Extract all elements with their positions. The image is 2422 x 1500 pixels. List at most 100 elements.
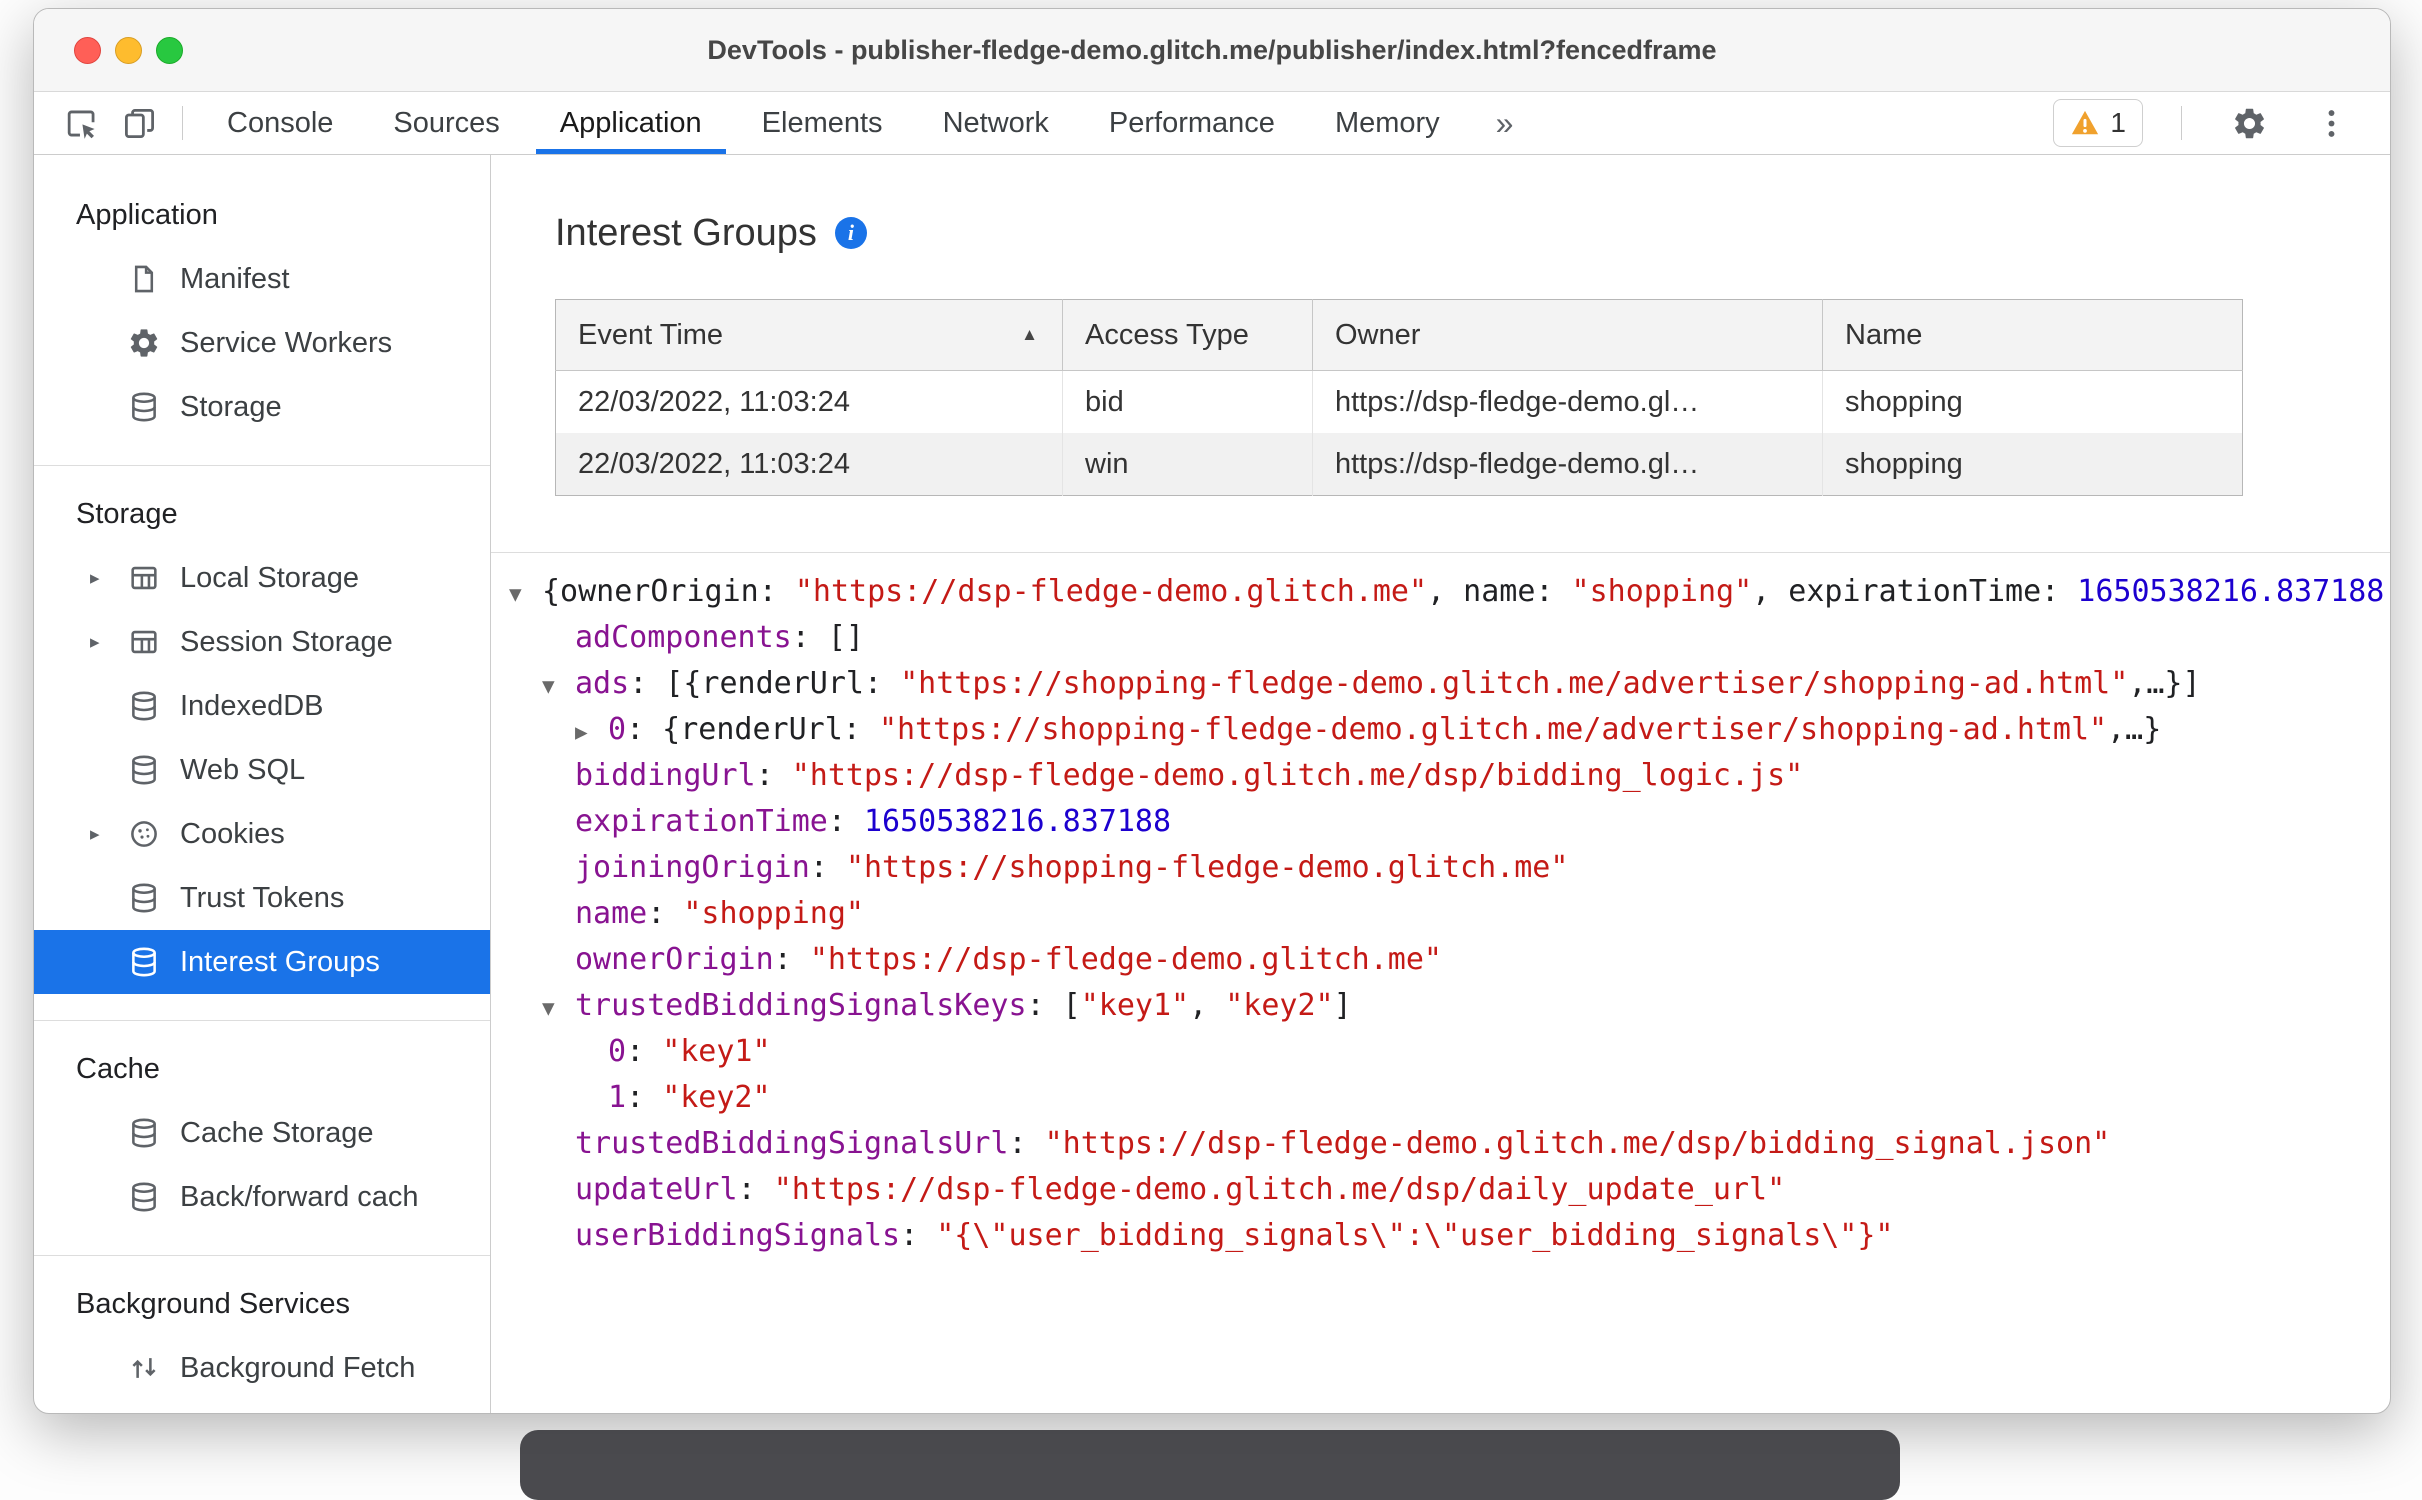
table-icon: [126, 624, 162, 660]
database-icon: [126, 1179, 162, 1215]
tab-memory[interactable]: Memory: [1305, 92, 1470, 154]
column-header-event-time[interactable]: Event Time ▲: [555, 299, 1063, 371]
sidebar-item-service-workers[interactable]: Service Workers: [34, 311, 490, 375]
tree-line[interactable]: name: "shopping": [491, 891, 2390, 937]
sidebar-item-manifest[interactable]: Manifest: [34, 247, 490, 311]
section-title: Background Services: [76, 1287, 351, 1320]
tab-performance[interactable]: Performance: [1079, 92, 1305, 154]
sidebar-item-indexeddb[interactable]: IndexedDB: [34, 674, 490, 738]
sidebar-item-label: Interest Groups: [180, 945, 380, 978]
table-row[interactable]: 22/03/2022, 11:03:24 bid https://dsp-fledg…: [555, 370, 2243, 433]
sidebar-item-storage[interactable]: Storage: [34, 375, 490, 439]
page-title-row: Interest Groups i: [555, 207, 2390, 259]
punctuation: : []: [791, 620, 864, 655]
property-name: updateUrl: [575, 1172, 738, 1207]
tab-console[interactable]: Console: [197, 92, 363, 154]
punctuation: , name:: [1427, 574, 1572, 609]
string-value: "https://dsp-fledge-demo.glitch.me/dsp/b…: [791, 758, 1804, 793]
sidebar-item-back-forward-cach[interactable]: Back/forward cach: [34, 1165, 490, 1229]
sidebar-item-web-sql[interactable]: Web SQL: [34, 738, 490, 802]
sidebar-sections: Application Manifest Service Workers Storag…: [34, 167, 490, 1413]
string-value: "https://dsp-fledge-demo.glitch.me": [809, 942, 1442, 977]
tree-line[interactable]: ▼ ads: [{renderUrl: "https://shopping-fle…: [491, 661, 2390, 707]
column-header-owner[interactable]: Owner: [1312, 299, 1823, 371]
minimize-button[interactable]: [115, 36, 142, 64]
table-body: 22/03/2022, 11:03:24 bid https://dsp-fledg…: [555, 370, 2243, 496]
collapsed-triangle-icon[interactable]: ▶: [575, 709, 608, 753]
tab-network[interactable]: Network: [913, 92, 1079, 154]
database-icon: [126, 688, 162, 724]
tab-application[interactable]: Application: [530, 92, 732, 154]
inspect-element-icon[interactable]: [52, 96, 110, 150]
warning-triangle-icon: [2070, 108, 2100, 138]
string-value: "https://shopping-fledge-demo.glitch.me": [845, 850, 1569, 885]
panel-content: Application Manifest Service Workers Storag…: [34, 155, 2390, 1413]
section-title: Application: [76, 198, 218, 231]
punctuation: :: [773, 942, 810, 977]
tree-line[interactable]: expirationTime: 1650538216.837188: [491, 799, 2390, 845]
fullscreen-button[interactable]: [156, 36, 183, 64]
warnings-badge[interactable]: 1: [2053, 99, 2143, 147]
sidebar-item-trust-tokens[interactable]: Trust Tokens: [34, 866, 490, 930]
more-tabs-button[interactable]: »: [1470, 92, 1540, 154]
tree-line[interactable]: updateUrl: "https://dsp-fledge-demo.glit…: [491, 1167, 2390, 1213]
punctuation: :: [647, 896, 684, 931]
tree-line[interactable]: ▶ 0: {renderUrl: "https://shopping-fledge…: [491, 707, 2390, 753]
expanded-triangle-icon[interactable]: ▼: [542, 663, 575, 707]
column-header-label: Event Time: [578, 318, 724, 351]
table-cell: 22/03/2022, 11:03:24: [555, 370, 1063, 433]
tree-line[interactable]: biddingUrl: "https://dsp-fledge-demo.gli…: [491, 753, 2390, 799]
string-value: "https://dsp-fledge-demo.glitch.me": [794, 574, 1428, 609]
sidebar-item-local-storage[interactable]: ▸ Local Storage: [34, 546, 490, 610]
property-name: 0: [608, 1034, 627, 1069]
database-icon: [126, 752, 162, 788]
sidebar-item-cache-storage[interactable]: Cache Storage: [34, 1101, 490, 1165]
close-button[interactable]: [74, 36, 101, 64]
sidebar-item-background-fetch[interactable]: Background Fetch: [34, 1336, 490, 1400]
string-value: "{\"user_bidding_signals\":\"user_biddin…: [936, 1218, 1894, 1253]
column-header-name[interactable]: Name: [1822, 299, 2243, 371]
sidebar-item-label: Storage: [180, 390, 282, 423]
string-value: "https://dsp-fledge-demo.glitch.me/dsp/b…: [1044, 1126, 2111, 1161]
punctuation: :: [827, 804, 864, 839]
document-icon: [126, 261, 162, 297]
disclosure-triangle-icon[interactable]: ▸: [90, 567, 126, 590]
sidebar-section: Cache Cache Storage Back/forward cach: [34, 1021, 490, 1256]
device-toolbar-icon[interactable]: [110, 96, 168, 150]
tree-line[interactable]: ▼ {ownerOrigin: "https://dsp-fledge-demo.…: [491, 569, 2390, 615]
property-name: biddingUrl: [575, 758, 756, 793]
tab-elements[interactable]: Elements: [732, 92, 913, 154]
expanded-triangle-icon[interactable]: ▼: [509, 571, 542, 615]
expanded-triangle-icon[interactable]: ▼: [542, 985, 575, 1029]
tab-sources[interactable]: Sources: [363, 92, 529, 154]
sidebar-item-cookies[interactable]: ▸ Cookies: [34, 802, 490, 866]
property-name: 1: [608, 1080, 627, 1115]
fetch-icon: [126, 1350, 162, 1386]
sidebar-item-label: Background Fetch: [180, 1351, 416, 1384]
sidebar-item-label: Web SQL: [180, 753, 306, 786]
tree-line[interactable]: adComponents: []: [491, 615, 2390, 661]
sidebar-item-label: Manifest: [180, 262, 290, 295]
disclosure-triangle-icon[interactable]: ▸: [90, 823, 126, 846]
tree-line[interactable]: trustedBiddingSignalsUrl: "https://dsp-f…: [491, 1121, 2390, 1167]
disclosure-triangle-icon[interactable]: ▸: [90, 631, 126, 654]
menu-dots-icon[interactable]: [2302, 96, 2360, 150]
tree-line[interactable]: 0: "key1": [491, 1029, 2390, 1075]
table-row[interactable]: 22/03/2022, 11:03:24 win https://dsp-fledg…: [555, 433, 2243, 496]
string-value: "key1": [662, 1034, 771, 1069]
tree-line[interactable]: ownerOrigin: "https://dsp-fledge-demo.gl…: [491, 937, 2390, 983]
sidebar-item-label: Cookies: [180, 817, 285, 850]
sidebar-item-interest-groups[interactable]: Interest Groups: [34, 930, 490, 994]
property-name: trustedBiddingSignalsKeys: [575, 988, 1027, 1023]
table-header-row: Event Time ▲ Access Type Owner Name: [555, 299, 2243, 371]
sidebar-item-session-storage[interactable]: ▸ Session Storage: [34, 610, 490, 674]
column-header-access-type[interactable]: Access Type: [1062, 299, 1313, 371]
tree-line[interactable]: joiningOrigin: "https://shopping-fledge-…: [491, 845, 2390, 891]
settings-gear-icon[interactable]: [2220, 96, 2278, 150]
tree-line[interactable]: ▼ trustedBiddingSignalsKeys: ["key1", "ke…: [491, 983, 2390, 1029]
info-icon[interactable]: i: [834, 217, 867, 249]
punctuation: {ownerOrigin:: [542, 574, 795, 609]
tree-line[interactable]: userBiddingSignals: "{\"user_bidding_sig…: [491, 1213, 2390, 1259]
tree-line[interactable]: 1: "key2": [491, 1075, 2390, 1121]
table-cell: https://dsp-fledge-demo.gl…: [1312, 370, 1823, 433]
